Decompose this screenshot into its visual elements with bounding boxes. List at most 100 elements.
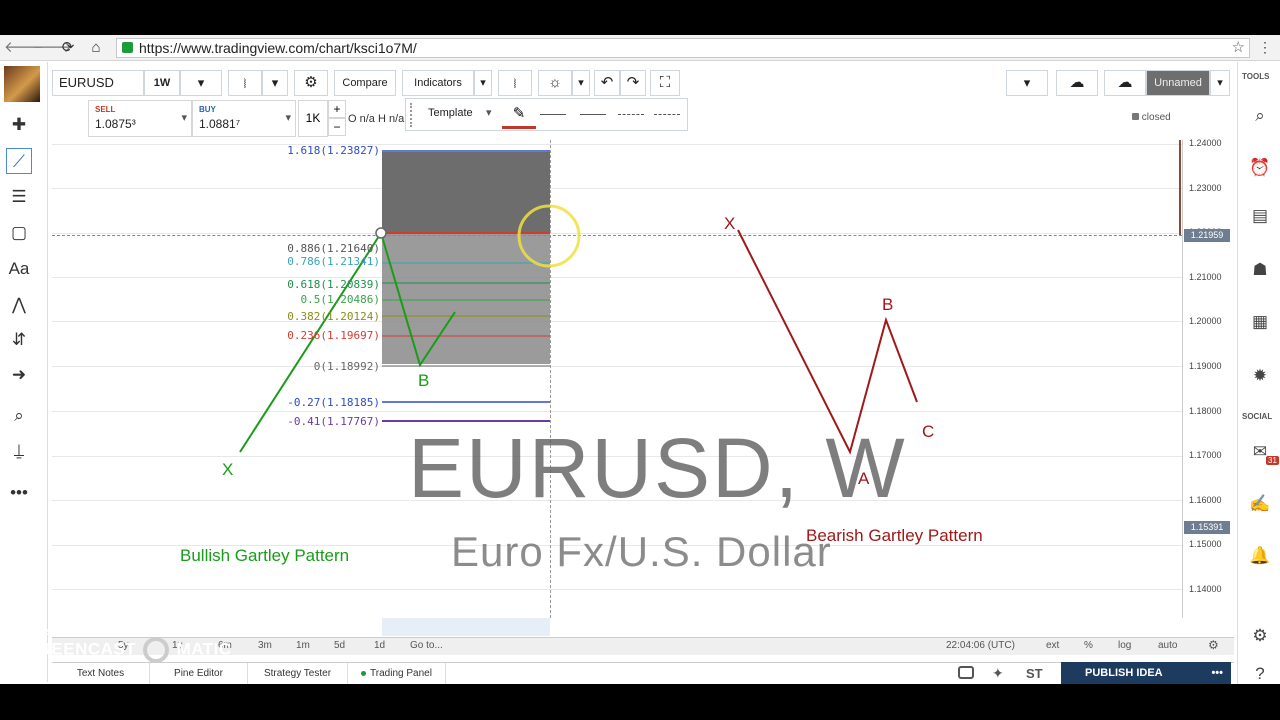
bearish-x-label: X	[724, 214, 736, 233]
settings-icon[interactable]: ⚙	[1246, 622, 1274, 650]
trend-line-icon[interactable]: ⟋	[6, 148, 32, 174]
cloud-upload-icon[interactable]: ☁	[1104, 70, 1146, 96]
sun-dropdown-icon[interactable]: ▾	[572, 70, 590, 96]
bookmark-star-icon[interactable]: ☆	[1232, 39, 1245, 57]
browser-menu-icon[interactable]: ⋮	[1258, 39, 1272, 56]
tools-label: TOOLS	[1242, 72, 1270, 81]
undo-icon[interactable]: ↶	[594, 70, 620, 96]
auto-toggle[interactable]: auto	[1158, 640, 1177, 651]
symbol-search[interactable]: EURUSD	[52, 70, 144, 96]
fullscreen-icon[interactable]: ⛶	[650, 70, 680, 96]
indicators-dropdown-icon[interactable]: ▾	[474, 70, 492, 96]
clock-text[interactable]: 22:04:06 (UTC)	[946, 640, 1015, 651]
crosshair-icon[interactable]: ✚	[6, 112, 32, 138]
indicators-button[interactable]: Indicators	[402, 70, 474, 96]
price-axis[interactable]: 1.240001.230001.220001.210001.200001.190…	[1182, 138, 1236, 618]
stocktwits-icon[interactable]: ST	[1026, 666, 1043, 681]
twitter-icon[interactable]: ✦	[992, 665, 1004, 682]
tab-text-notes[interactable]: Text Notes	[52, 663, 150, 685]
horizontal-lines-icon[interactable]: ☰	[6, 184, 32, 210]
chart-style-icon[interactable]: ⧘	[228, 70, 262, 96]
chart-area[interactable]: EURUSD, W Euro Fx/U.S. Dollar 1.618(1.23…	[52, 140, 1182, 636]
interval-dropdown-icon[interactable]: ▾	[180, 70, 222, 96]
zoom-icon[interactable]: ⌕	[6, 403, 32, 429]
more-tools-icon[interactable]: •••	[6, 480, 32, 506]
cloud-download-icon[interactable]: ☁	[1056, 70, 1098, 96]
sell-button[interactable]: SELL 1.0875³ ▾	[88, 100, 192, 137]
bearish-c-label: C	[922, 422, 935, 441]
template-dropdown-icon[interactable]: ▾	[486, 106, 492, 119]
rectangle-icon[interactable]: ▢	[6, 220, 32, 246]
watermark-symbol: EURUSD, W	[408, 421, 907, 515]
price-tick-label: 1.16000	[1189, 494, 1222, 505]
private-chat-icon[interactable]: ✍	[1246, 490, 1274, 518]
ideas-icon[interactable]: ✹	[1246, 362, 1274, 390]
line-width-icon[interactable]	[540, 114, 566, 115]
interval-selector[interactable]: 1W	[144, 70, 180, 96]
arrow-icon[interactable]: ➜	[6, 362, 32, 388]
timeframe-5[interactable]: 5d	[334, 640, 345, 651]
quantity-plus-button[interactable]: +	[328, 100, 346, 118]
redo-icon[interactable]: ↷	[620, 70, 646, 96]
back-icon[interactable]: 🡐	[4, 39, 44, 57]
quantity-field[interactable]: 1K	[298, 100, 328, 137]
timebar-settings-icon[interactable]: ⚙	[1208, 638, 1219, 652]
camera-snapshot-icon[interactable]	[958, 666, 974, 679]
drag-handle-icon[interactable]	[410, 103, 416, 127]
text-tool-icon[interactable]: Aa	[6, 256, 32, 282]
bottom-panel-tabs: Text Notes Pine Editor Strategy Tester T…	[52, 662, 1234, 685]
home-icon[interactable]: ⌂	[87, 39, 105, 57]
buy-button[interactable]: BUY 1.0881⁷ ▾	[192, 100, 296, 137]
timeframe-7[interactable]: Go to...	[410, 640, 443, 651]
ruler-icon[interactable]: ⍊	[6, 438, 32, 464]
line-color-pen-icon[interactable]: ✎	[502, 101, 536, 129]
address-bar[interactable]: https://www.tradingview.com/chart/ksci1o…	[116, 38, 1250, 58]
forward-icon[interactable]: 🡒	[32, 39, 72, 57]
social-label: SOCIAL	[1242, 412, 1273, 421]
screencast-watermark: RECORDED WITH SCREENCAST MATIC	[14, 627, 232, 663]
tab-strategy-tester[interactable]: Strategy Tester	[248, 663, 348, 685]
user-avatar[interactable]	[4, 66, 40, 102]
log-toggle[interactable]: log	[1118, 640, 1131, 651]
line-style-icon[interactable]	[580, 114, 606, 115]
buy-dropdown-icon[interactable]: ▾	[285, 111, 291, 124]
chat-count-badge: 31	[1266, 456, 1279, 465]
sell-dropdown-icon[interactable]: ▾	[181, 111, 187, 124]
browser-bar: 🡐 🡒 ⟳ ⌂ https://www.tradingview.com/char…	[0, 35, 1280, 61]
settings-gear-icon[interactable]: ⚙	[294, 70, 328, 96]
url-text: https://www.tradingview.com/chart/ksci1o…	[139, 40, 417, 56]
quantity-minus-button[interactable]: −	[328, 118, 346, 136]
tab-trading-panel[interactable]: Trading Panel	[348, 663, 446, 685]
tab-pine-editor[interactable]: Pine Editor	[150, 663, 248, 685]
layout-dropdown-icon[interactable]: ▾	[1210, 70, 1230, 96]
layout-name-button[interactable]: Unnamed	[1146, 70, 1210, 96]
compare-button[interactable]: Compare	[334, 70, 396, 96]
measure-icon[interactable]: ⇵	[6, 327, 32, 353]
drawing-anchor-handle[interactable]	[375, 227, 387, 239]
line-end-icon[interactable]	[618, 114, 644, 115]
price-tick-label: 1.17000	[1189, 450, 1222, 461]
bearish-b-label: B	[882, 295, 894, 314]
more-options-icon[interactable]	[654, 114, 680, 115]
data-window-icon[interactable]: ▤	[1246, 202, 1274, 230]
watchlist-search-icon[interactable]: ⌕	[1246, 102, 1274, 130]
timeframe-3[interactable]: 3m	[258, 640, 272, 651]
alarm-icon[interactable]: ⏰	[1246, 154, 1274, 182]
timeframe-6[interactable]: 1d	[374, 640, 385, 651]
chart-style-dropdown-icon[interactable]: ▾	[262, 70, 288, 96]
calendar-icon[interactable]: ▦	[1246, 308, 1274, 336]
template-button[interactable]: Template	[428, 107, 473, 119]
hotlist-icon[interactable]: ☗	[1246, 256, 1274, 284]
price-tick-label: 1.21000	[1189, 271, 1222, 282]
publish-menu-icon[interactable]: •••	[1211, 662, 1223, 684]
sun-icon[interactable]: ☼	[538, 70, 572, 96]
publish-idea-button[interactable]: PUBLISH IDEA •••	[1061, 662, 1231, 684]
ext-toggle[interactable]: ext	[1046, 640, 1059, 651]
pattern-tool-icon[interactable]: ⋀	[6, 292, 32, 318]
layout-icon[interactable]: ▾	[1006, 70, 1048, 96]
timeframe-4[interactable]: 1m	[296, 640, 310, 651]
notifications-icon[interactable]: 🔔	[1246, 542, 1274, 570]
reload-icon[interactable]: ⟳	[59, 39, 77, 57]
alert-icon[interactable]: ⧘	[498, 70, 532, 96]
percent-toggle[interactable]: %	[1084, 640, 1093, 651]
